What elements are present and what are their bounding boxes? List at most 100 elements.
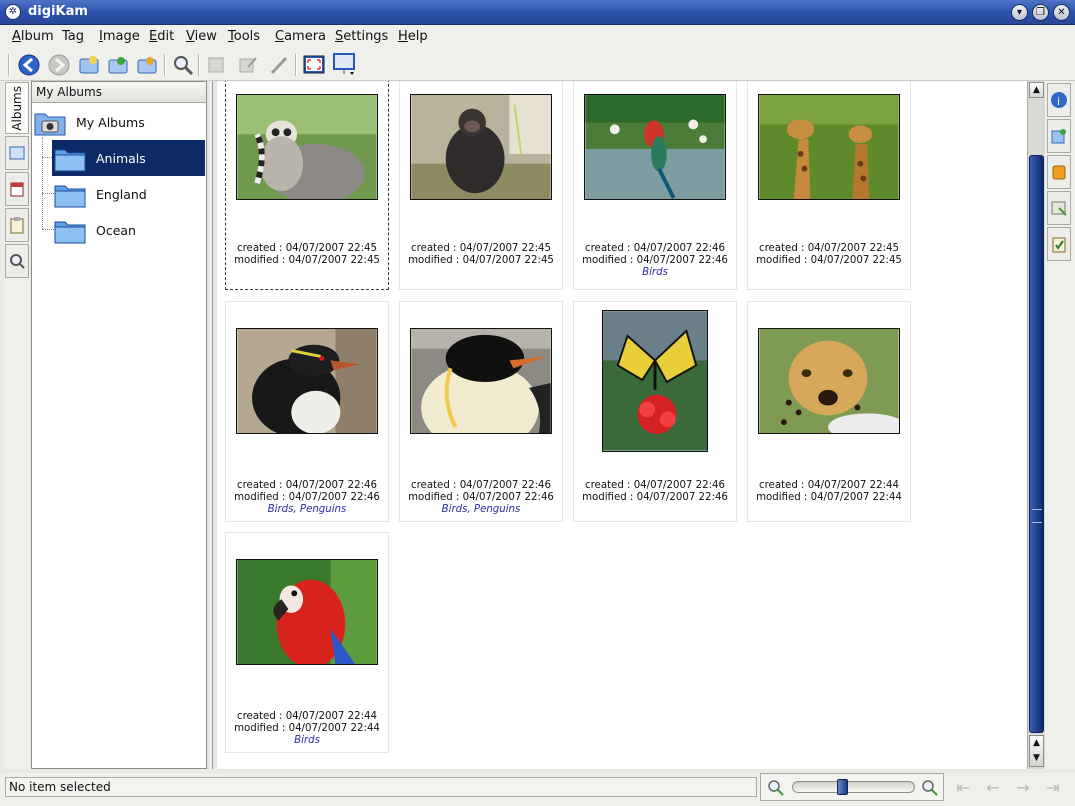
minimize-button[interactable]: ▾ [1011,4,1028,21]
next-item-icon[interactable]: → [1010,777,1036,799]
album-item-ocean[interactable]: Ocean [52,212,205,248]
app-logo-icon[interactable]: ✲ [5,4,21,20]
properties-icon[interactable] [203,52,229,78]
vertical-scrollbar[interactable]: ▲ ▲ ▼ [1027,81,1045,769]
image-item[interactable]: created : 04/07/2007 22:45 modified : 04… [399,81,563,290]
image-icon-view: created : 04/07/2007 22:45 modified : 04… [217,81,1027,769]
modified-date: modified : 04/07/2007 22:45 [756,255,902,266]
image-item[interactable]: created : 04/07/2007 22:46 modified : 04… [573,81,737,290]
tab-dates[interactable] [5,172,29,206]
image-item[interactable]: created : 04/07/2007 22:45 modified : 04… [747,81,911,290]
first-item-icon[interactable]: ⇤ [950,777,976,799]
pencil-icon[interactable] [266,52,292,78]
menu-tag[interactable]: Tag [62,29,84,44]
album-root-my-albums[interactable]: My Albums [32,104,206,140]
image-item[interactable]: created : 04/07/2007 22:44 modified : 04… [747,301,911,522]
image-item[interactable]: created : 04/07/2007 22:46 modified : 04… [225,301,389,522]
properties-tab-info-icon[interactable]: i [1047,83,1071,117]
tab-calendar[interactable] [5,136,29,170]
menu-album[interactable]: Album [12,29,54,44]
scrollbar-thumb[interactable] [1029,155,1044,733]
panel-splitter[interactable] [207,81,217,769]
menu-edit[interactable]: Edit [149,29,174,44]
thumbnail-cheetah [758,328,900,434]
left-sidebar-tabs: Albums [4,81,30,769]
zoom-control [760,773,944,801]
right-sidebar-tabs: i [1045,81,1075,769]
tag-list[interactable]: Birds [574,267,736,278]
colors-tab-icon[interactable] [1047,155,1071,189]
export-icon[interactable] [134,52,160,78]
status-text: No item selected [5,777,757,797]
maximize-button[interactable]: ❐ [1032,4,1049,21]
album-item-england[interactable]: England [52,176,205,212]
geolocation-tab-icon[interactable] [1047,191,1071,225]
image-item[interactable]: created : 04/07/2007 22:44 modified : 04… [225,532,389,753]
folder-icon [54,149,86,172]
import-icon[interactable] [105,52,131,78]
image-item[interactable]: created : 04/07/2007 22:45 modified : 04… [225,81,389,290]
modified-date: modified : 04/07/2007 22:46 [234,492,380,503]
scroll-up-button[interactable]: ▲ [1029,82,1044,98]
slideshow-icon[interactable] [332,52,358,78]
album-tree-panel: My Albums My Albums Animals England Ocea… [31,81,207,769]
tab-albums[interactable]: Albums [5,82,29,134]
folder-icon [54,185,86,208]
thumbnail-emperor-penguin [410,328,552,434]
album-tree-header[interactable]: My Albums [32,82,206,103]
title-bar: ✲ digiKam ▾ ❐ ✕ [0,0,1075,25]
menu-bar: Album Tag Image Edit View Tools Camera S… [0,25,1075,48]
modified-date: modified : 04/07/2007 22:44 [756,492,902,503]
thumbnail-lemur [236,94,378,200]
image-item[interactable]: created : 04/07/2007 22:46 modified : 04… [573,301,737,522]
tag-list[interactable]: Birds [226,735,388,746]
zoom-out-icon[interactable] [767,779,785,797]
modified-date: modified : 04/07/2007 22:45 [234,255,380,266]
modified-date: modified : 04/07/2007 22:46 [408,492,554,503]
close-button[interactable]: ✕ [1053,4,1070,21]
menu-tools[interactable]: Tools [228,29,260,44]
tags-tab-icon[interactable] [1047,227,1071,261]
fullscreen-icon[interactable] [301,52,327,78]
tag-list[interactable]: Birds, Penguins [400,504,562,515]
folder-icon [54,221,86,244]
svg-text:i: i [1057,95,1060,108]
menu-help[interactable]: Help [398,29,428,44]
window-title: digiKam [28,4,88,19]
thumbnail-parrot-lake [584,94,726,200]
zoom-slider[interactable] [792,779,915,795]
menu-settings[interactable]: Settings [335,29,388,44]
created-date: created : 04/07/2007 22:45 [236,243,378,254]
album-item-animals[interactable]: Animals [52,140,205,176]
modified-date: modified : 04/07/2007 22:45 [408,255,554,266]
search-icon[interactable] [170,52,196,78]
tab-tags[interactable] [5,208,29,242]
new-album-icon[interactable] [76,52,102,78]
last-item-icon[interactable]: ⇥ [1040,777,1066,799]
created-date: created : 04/07/2007 22:46 [410,480,552,491]
previous-item-icon[interactable]: ← [980,777,1006,799]
thumbnail-chimpanzee [410,94,552,200]
back-arrow-icon[interactable] [16,52,42,78]
status-bar: No item selected ⇤ ← → ⇥ [0,773,1075,806]
created-date: created : 04/07/2007 22:44 [758,480,900,491]
menu-image[interactable]: Image [99,29,140,44]
thumbnail-butterfly [602,310,708,452]
zoom-in-icon[interactable] [921,779,939,797]
thumbnail-rockhopper-penguin [236,328,378,434]
metadata-tab-icon[interactable] [1047,119,1071,153]
menu-view[interactable]: View [186,29,217,44]
tag-list[interactable]: Birds, Penguins [226,504,388,515]
created-date: created : 04/07/2007 22:46 [584,480,726,491]
forward-arrow-icon[interactable] [46,52,72,78]
menu-camera[interactable]: Camera [275,29,326,44]
created-date: created : 04/07/2007 22:46 [584,243,726,254]
modified-date: modified : 04/07/2007 22:44 [234,723,380,734]
zoom-slider-handle[interactable] [837,779,848,795]
scroll-down-button[interactable]: ▲ ▼ [1029,735,1044,767]
thumbnail-giraffes [758,94,900,200]
created-date: created : 04/07/2007 22:44 [236,711,378,722]
tab-searches[interactable] [5,244,29,278]
edit-icon[interactable] [235,52,261,78]
image-item[interactable]: created : 04/07/2007 22:46 modified : 04… [399,301,563,522]
